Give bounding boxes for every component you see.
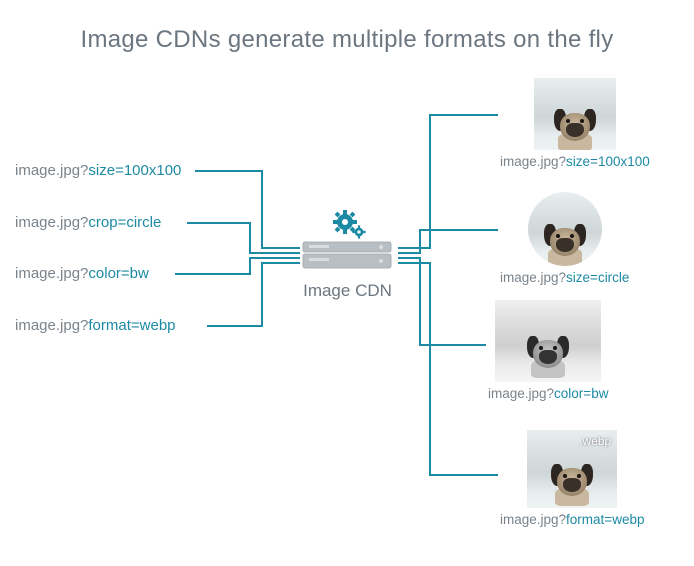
output-size: image.jpg?size=100x100: [500, 78, 650, 169]
thumbnail-image: [528, 192, 602, 266]
output-caption: image.jpg?format=webp: [500, 512, 644, 527]
output-param: size=100x100: [566, 154, 650, 169]
output-webp: .webp image.jpg?format=webp: [500, 430, 644, 527]
output-param: format=webp: [566, 512, 644, 527]
output-caption: image.jpg?size=circle: [500, 270, 629, 285]
webp-badge: .webp: [579, 434, 611, 448]
thumbnail-image: [534, 78, 616, 150]
output-caption: image.jpg?color=bw: [488, 386, 608, 401]
output-param: color=bw: [554, 386, 608, 401]
output-caption: image.jpg?size=100x100: [500, 154, 650, 169]
output-base: image.jpg?: [500, 512, 566, 527]
thumbnail-image: [495, 300, 601, 382]
output-circle: image.jpg?size=circle: [500, 192, 629, 285]
output-bw: image.jpg?color=bw: [488, 300, 608, 401]
output-base: image.jpg?: [500, 270, 566, 285]
output-base: image.jpg?: [488, 386, 554, 401]
output-param: size=circle: [566, 270, 629, 285]
output-base: image.jpg?: [500, 154, 566, 169]
thumbnail-image: .webp: [527, 430, 617, 508]
